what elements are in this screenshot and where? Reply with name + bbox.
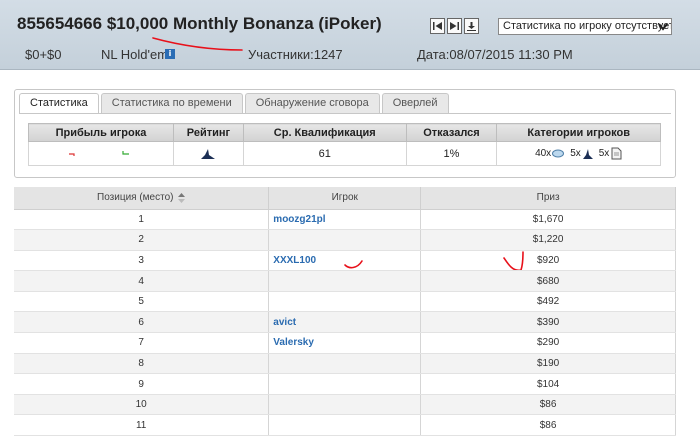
table-row: 2 $1,220	[14, 229, 676, 251]
position-cell: 10	[14, 394, 270, 416]
tab-statistics[interactable]: Статистика	[19, 93, 99, 114]
info-icon[interactable]: i	[165, 49, 175, 59]
player-link[interactable]: XXXL100	[268, 250, 422, 272]
category-shark-count: 5x	[570, 148, 581, 159]
first-page-button[interactable]	[430, 18, 445, 34]
category-paper-count: 5x	[598, 148, 610, 159]
position-cell: 11	[14, 414, 270, 437]
download-icon	[467, 21, 476, 31]
header-player-profit: Прибыль игрока	[28, 123, 174, 142]
header-position[interactable]: Позиция (место)	[14, 187, 270, 210]
prize-cell: $86	[420, 414, 676, 437]
position-cell: 6	[14, 311, 270, 334]
table-row: 7 Valersky $290	[14, 332, 676, 354]
download-button[interactable]	[464, 18, 479, 34]
table-row: 11 $86	[14, 414, 676, 437]
position-cell: 5	[14, 291, 270, 313]
table-row: 9 $104	[14, 373, 676, 395]
table-row: 10 $86	[14, 394, 676, 416]
player-categories-cell: 40x 5x 5x	[496, 141, 661, 166]
prize-cell: $1,220	[420, 229, 676, 251]
position-cell: 8	[14, 353, 270, 375]
shark-icon	[582, 148, 593, 159]
position-cell: 7	[14, 332, 270, 354]
results-body: 1 moozg21pl $1,670 2 $1,220 3 XXXL100 $920 4 $680…	[14, 209, 676, 437]
prize-cell: $104	[420, 373, 676, 395]
prize-cell: $390	[420, 311, 676, 334]
game-type: NL Hold'em	[101, 47, 169, 62]
last-page-button[interactable]	[447, 18, 462, 34]
player-link[interactable]: avict	[268, 311, 422, 334]
tab-divider	[19, 113, 671, 114]
profit-sparkline-icon	[68, 150, 129, 156]
navigation-buttons	[430, 18, 479, 34]
player-stats-select[interactable]: Статистика по игроку отсутствует	[498, 18, 672, 35]
table-row: 4 $680	[14, 270, 676, 292]
tab-time-statistics[interactable]: Статистика по времени	[100, 93, 243, 113]
header-avg-qualification: Ср. Квалификация	[242, 123, 407, 142]
prize-cell: $1,670	[420, 209, 676, 231]
shark-icon	[201, 148, 216, 159]
header-rating: Рейтинг	[172, 123, 244, 142]
player-link[interactable]: Valersky	[268, 332, 422, 354]
player-link[interactable]	[268, 373, 422, 395]
fish-icon	[552, 149, 565, 158]
participants-count: Участники:1247	[248, 47, 343, 62]
tab-overlay[interactable]: Оверлей	[381, 93, 449, 113]
prize-cell: $920	[420, 250, 676, 272]
stats-tabs: Статистика Статистика по времени Обнаруж…	[19, 93, 449, 114]
player-link[interactable]: moozg21pl	[268, 209, 422, 231]
skip-last-icon	[450, 22, 459, 30]
table-row: 8 $190	[14, 353, 676, 375]
header-player-categories: Категории игроков	[496, 123, 661, 142]
prize-cell: $492	[420, 291, 676, 313]
player-link[interactable]	[268, 270, 422, 292]
player-profit-cell	[28, 141, 174, 166]
player-link[interactable]	[268, 394, 422, 416]
buyin-value: $0+$0	[25, 47, 62, 62]
skip-first-icon	[433, 22, 442, 30]
table-row: 3 XXXL100 $920	[14, 250, 676, 272]
table-row: 6 avict $390	[14, 311, 676, 334]
prize-cell: $680	[420, 270, 676, 292]
header-prize[interactable]: Приз	[420, 187, 676, 210]
refused-value: 1%	[405, 141, 498, 166]
tab-collusion-detection[interactable]: Обнаружение сговора	[244, 93, 380, 113]
header-position-label: Позиция (место)	[97, 192, 174, 204]
results-table: Позиция (место) Игрок Приз 1 moozg21pl $1,…	[14, 187, 676, 437]
header-player[interactable]: Игрок	[268, 187, 422, 210]
player-stats-select-value: Статистика по игроку отсутствует	[503, 20, 672, 32]
tournament-header: 855654666 $10,000 Monthly Bonanza (iPoke…	[0, 0, 700, 70]
player-link[interactable]	[268, 229, 422, 251]
chevron-down-icon	[658, 23, 668, 31]
avg-qualification-value: 61	[242, 141, 407, 166]
category-fish-count: 40x	[535, 148, 552, 159]
position-cell: 9	[14, 373, 270, 395]
table-row: 5 $492	[14, 291, 676, 313]
stats-summary-table: Прибыль игрока Рейтинг Ср. Квалификация …	[28, 123, 661, 166]
paper-icon	[611, 147, 622, 160]
sort-icon	[178, 192, 186, 203]
prize-cell: $190	[420, 353, 676, 375]
position-cell: 3	[14, 250, 270, 272]
stats-panel: Статистика Статистика по времени Обнаруж…	[14, 89, 676, 178]
table-row: 1 moozg21pl $1,670	[14, 209, 676, 231]
prize-cell: $86	[420, 394, 676, 416]
player-link[interactable]	[268, 291, 422, 313]
prize-cell: $290	[420, 332, 676, 354]
header-refused: Отказался	[405, 123, 498, 142]
position-cell: 1	[14, 209, 270, 231]
player-categories: 40x 5x 5x	[535, 147, 622, 160]
player-link[interactable]	[268, 353, 422, 375]
tournament-title: 855654666 $10,000 Monthly Bonanza (iPoke…	[17, 14, 382, 33]
tournament-date: Дата:08/07/2015 11:30 PM	[417, 47, 573, 62]
position-cell: 4	[14, 270, 270, 292]
rating-cell	[172, 141, 244, 166]
position-cell: 2	[14, 229, 270, 251]
player-link[interactable]	[268, 414, 422, 437]
